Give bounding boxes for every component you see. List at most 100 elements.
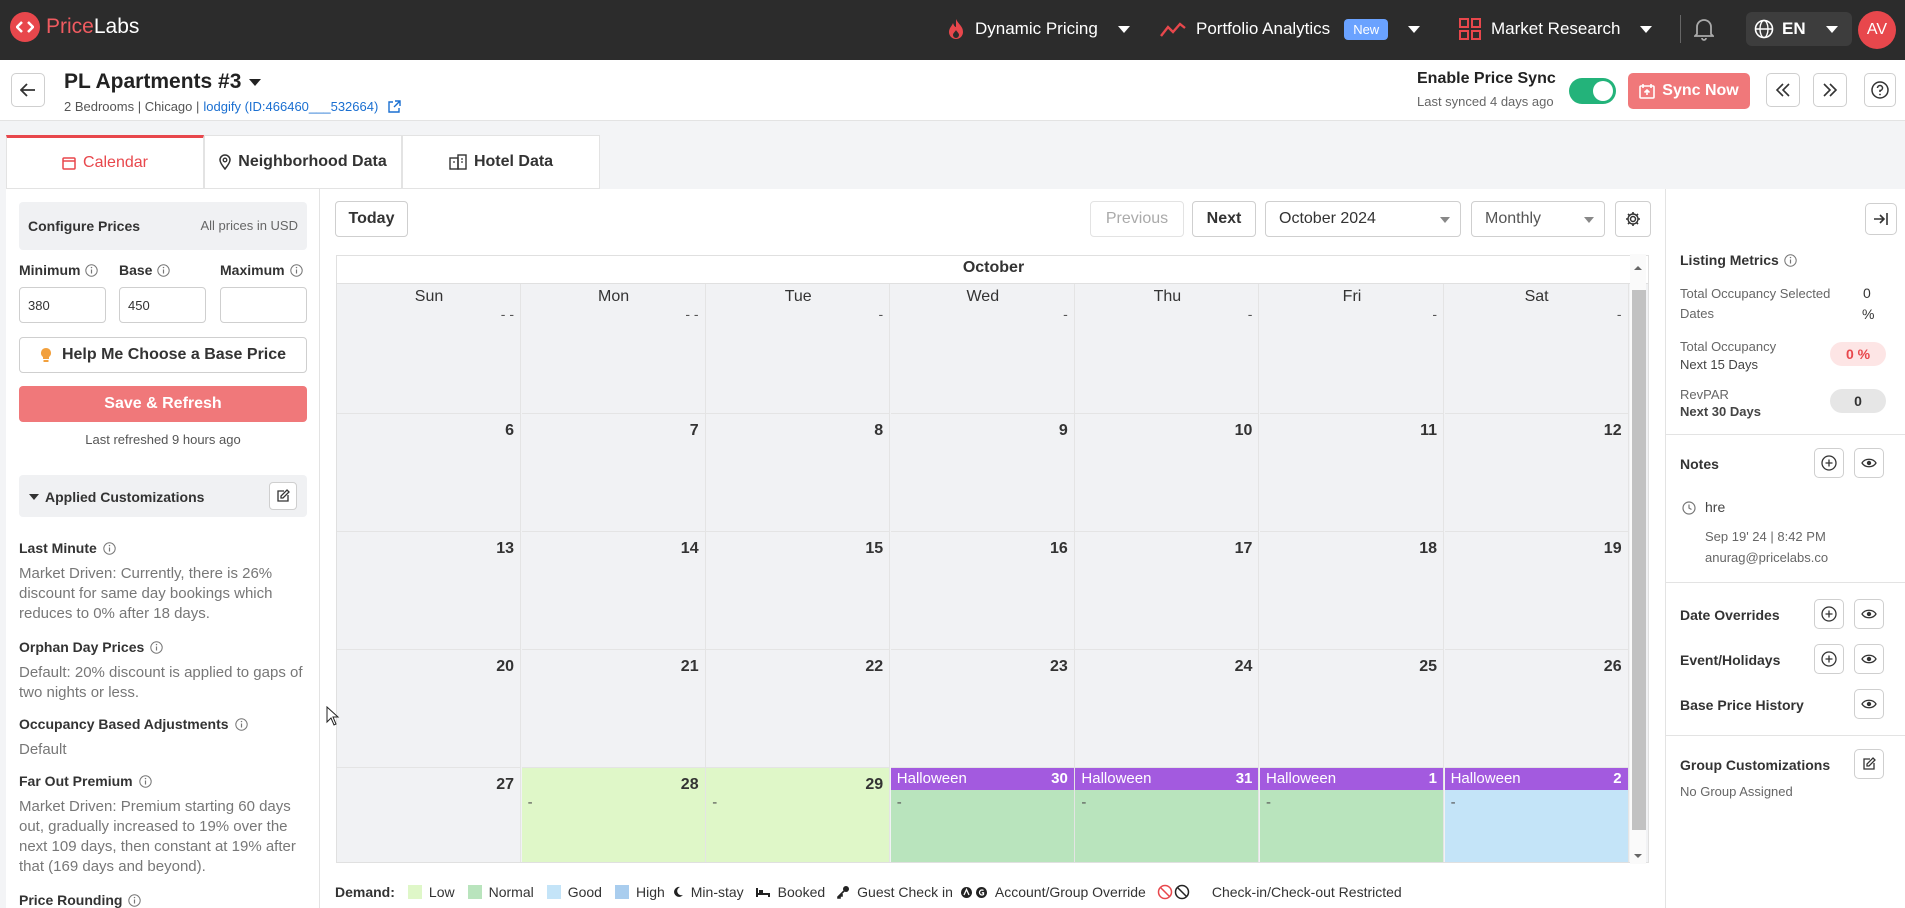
day-marker: -	[1063, 306, 1068, 322]
sync-now-button[interactable]: Sync Now	[1628, 73, 1750, 109]
calendar-day-cell[interactable]: 6	[337, 414, 521, 532]
view-notes-button[interactable]	[1854, 448, 1884, 478]
note-date: Sep 19' 24 | 8:42 PM	[1705, 529, 1826, 544]
calendar-day-cell[interactable]: 11	[1260, 414, 1444, 532]
scrollbar-thumb[interactable]	[1632, 290, 1646, 830]
day-number: 22	[865, 658, 884, 675]
calendar-day-cell[interactable]: 14	[521, 532, 706, 650]
calendar-day-cell[interactable]: 9	[890, 414, 1075, 532]
day-number: 21	[680, 658, 699, 675]
edit-group-button[interactable]	[1854, 749, 1884, 779]
collapse-sidebar-button[interactable]	[1865, 203, 1897, 235]
event-name: Halloween	[896, 770, 967, 787]
base-price-input[interactable]: 450	[119, 287, 206, 323]
day-number: 17	[1234, 540, 1253, 557]
calendar-day-cell[interactable]: -	[890, 284, 1075, 414]
nav-portfolio-analytics[interactable]: Portfolio Analytics New	[1160, 14, 1421, 44]
calendar-day-cell[interactable]: 19	[1444, 532, 1629, 650]
divider	[1666, 582, 1905, 583]
view-events-button[interactable]	[1854, 644, 1884, 674]
previous-month-button[interactable]: Previous	[1090, 201, 1184, 237]
calendar-day-cell[interactable]: 10	[1075, 414, 1260, 532]
minimum-price-input[interactable]: 380	[19, 287, 106, 323]
back-button[interactable]	[11, 73, 45, 107]
add-date-override-button[interactable]	[1814, 599, 1844, 629]
nav-dynamic-pricing[interactable]: Dynamic Pricing	[947, 14, 1130, 44]
previous-listing-button[interactable]	[1766, 73, 1800, 107]
nav-market-research[interactable]: Market Research	[1459, 14, 1653, 44]
calendar-day-cell[interactable]: 15	[706, 532, 891, 650]
view-select[interactable]: Monthly	[1471, 201, 1605, 237]
avatar[interactable]: AV	[1858, 11, 1896, 49]
calendar-day-cell[interactable]: 13	[337, 532, 521, 650]
calendar-day-cell[interactable]: 27	[337, 768, 521, 862]
next-month-button[interactable]: Next	[1192, 201, 1256, 237]
calendar-day-cell[interactable]: -	[1444, 284, 1629, 414]
calendar-day-cell[interactable]: Halloween30-380	[890, 768, 1075, 862]
calendar-day-cell[interactable]: 16	[890, 532, 1075, 650]
calendar-day-cell[interactable]: 12	[1444, 414, 1629, 532]
last-refreshed-text: Last refreshed 9 hours ago	[85, 432, 241, 447]
month-select[interactable]: October 2024	[1265, 201, 1461, 237]
calendar-day-cell[interactable]: 25	[1260, 650, 1444, 768]
calendar-day-cell[interactable]: Halloween1-380	[1260, 768, 1444, 862]
calendar-day-cell[interactable]: 24	[1075, 650, 1260, 768]
calendar-day-cell[interactable]: 28-380	[521, 768, 706, 862]
info-icon	[1784, 253, 1797, 267]
help-choose-base-price-button[interactable]: Help Me Choose a Base Price	[19, 337, 307, 373]
calendar-day-cell[interactable]: 22	[706, 650, 891, 768]
help-button[interactable]	[1864, 73, 1896, 107]
next-listing-button[interactable]	[1813, 73, 1847, 107]
calendar-day-cell[interactable]: -	[1260, 284, 1444, 414]
calendar-day-cell[interactable]: 7	[521, 414, 706, 532]
listing-title[interactable]: PL Apartments #3	[64, 70, 262, 94]
calendar-day-cell[interactable]: - -	[521, 284, 706, 414]
add-note-button[interactable]	[1814, 448, 1844, 478]
event-banner[interactable]: Halloween 2	[1444, 768, 1628, 790]
event-banner[interactable]: Halloween 30	[890, 768, 1074, 790]
day-number: 11	[1420, 422, 1437, 439]
calendar-day-cell[interactable]: Halloween2-395	[1444, 768, 1629, 862]
top-navbar: PriceLabs Dynamic Pricing Portfolio Anal…	[0, 0, 1905, 60]
chevron-down-icon[interactable]	[1630, 850, 1646, 862]
day-marker: -	[1616, 306, 1622, 322]
calendar-day-cell[interactable]: 29-380	[706, 768, 891, 862]
price-sync-toggle[interactable]	[1569, 78, 1616, 104]
add-event-button[interactable]	[1814, 644, 1844, 674]
calendar-day-cell[interactable]: -	[706, 284, 891, 414]
calendar-day-cell[interactable]: 23	[890, 650, 1075, 768]
language-selector[interactable]: EN	[1746, 12, 1852, 46]
view-base-history-button[interactable]	[1854, 689, 1884, 719]
calendar-day-cell[interactable]: 18	[1260, 532, 1444, 650]
tab-neighborhood-data[interactable]: Neighborhood Data	[204, 135, 402, 189]
day-number: 16	[1050, 540, 1068, 557]
calendar-day-cell[interactable]: -	[1075, 284, 1260, 414]
edit-customizations-button[interactable]	[269, 482, 297, 510]
tab-hotel-data[interactable]: Hotel Data	[402, 135, 600, 189]
calendar-day-cell[interactable]: 8	[706, 414, 891, 532]
event-banner[interactable]: Halloween 31	[1075, 768, 1259, 790]
today-button[interactable]: Today	[335, 201, 408, 237]
bell-icon[interactable]	[1694, 17, 1714, 41]
right-sidebar: Listing Metrics Total Occupancy Selected…	[1665, 189, 1905, 908]
external-link-icon[interactable]	[388, 100, 402, 113]
maximum-price-input[interactable]	[220, 287, 307, 323]
pms-link[interactable]: lodgify (ID:466460___532664)	[203, 99, 378, 114]
event-banner[interactable]: Halloween 1	[1260, 768, 1443, 790]
calendar-day-cell[interactable]: Halloween31-380	[1075, 768, 1260, 862]
applied-customizations-header[interactable]: Applied Customizations	[19, 475, 307, 517]
calendar-day-cell[interactable]: 26	[1444, 650, 1629, 768]
calendar-day-cell[interactable]: 20	[337, 650, 521, 768]
calendar-day-cell[interactable]: 21	[521, 650, 706, 768]
pricelabs-logo[interactable]: PriceLabs	[10, 12, 139, 42]
calendar-settings-button[interactable]	[1615, 201, 1651, 237]
calendar-day-cell[interactable]: - -	[337, 284, 521, 414]
save-refresh-button[interactable]: Save & Refresh	[19, 386, 307, 422]
calendar-day-cell[interactable]: 17	[1075, 532, 1260, 650]
legend-restricted: Check-in/Check-out Restricted	[1211, 884, 1402, 900]
language-label: EN	[1782, 19, 1806, 38]
tab-calendar[interactable]: Calendar	[6, 135, 204, 189]
plus-circle-icon	[1821, 651, 1837, 667]
occupancy-15-period: Next 15 Days	[1680, 357, 1759, 372]
view-date-overrides-button[interactable]	[1854, 599, 1884, 629]
